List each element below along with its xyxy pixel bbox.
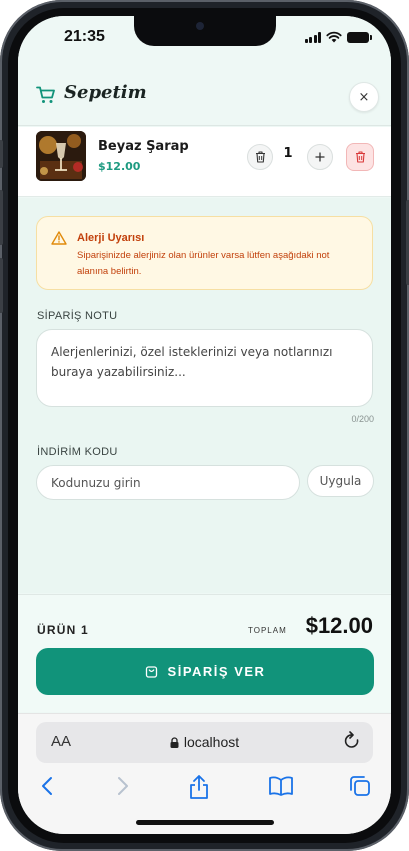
product-image xyxy=(36,131,86,181)
product-name: Beyaz Şarap xyxy=(98,139,189,154)
alert-text: Siparişinizde alerjiniz olan ürünler var… xyxy=(77,250,330,277)
lock-icon xyxy=(170,737,179,748)
cart-icon xyxy=(36,86,55,103)
volume-down-button xyxy=(0,258,3,313)
allergy-alert: Alerji Uyarısı Siparişinizde alerjiniz o… xyxy=(36,216,373,290)
total-label: TOPLAM xyxy=(248,626,287,635)
cart-header: Sepetim × xyxy=(18,66,391,126)
tabs-icon[interactable] xyxy=(348,774,372,798)
item-count: ÜRÜN 1 xyxy=(37,623,89,637)
page-title: Sepetim xyxy=(64,82,147,103)
status-time: 21:35 xyxy=(64,28,105,45)
discount-code-input[interactable]: Kodunuzu girin xyxy=(36,465,300,500)
quantity-value: 1 xyxy=(283,146,293,161)
cart-item: Beyaz Şarap $12.00 1 xyxy=(18,127,391,197)
decrease-button[interactable] xyxy=(247,144,273,170)
reload-icon[interactable] xyxy=(343,731,361,751)
apply-button[interactable]: Uygula xyxy=(307,465,374,497)
plus-icon xyxy=(315,152,325,162)
share-icon[interactable] xyxy=(188,774,210,800)
mute-switch xyxy=(0,140,3,168)
total-value: $12.00 xyxy=(305,613,373,638)
volume-up-button xyxy=(0,190,3,245)
url-text: localhost xyxy=(183,734,240,750)
back-icon[interactable] xyxy=(40,774,56,798)
status-bar: 21:35 xyxy=(18,16,391,66)
bookmarks-icon[interactable] xyxy=(268,774,294,798)
url-display: localhost xyxy=(36,734,373,750)
order-note-textarea[interactable]: Alerjenlerinizi, özel isteklerinizi veya… xyxy=(36,329,373,407)
alert-title: Alerji Uyarısı xyxy=(77,232,145,244)
trash-icon xyxy=(355,151,365,163)
trash-icon xyxy=(255,151,265,163)
bag-icon xyxy=(145,666,157,678)
battery-icon xyxy=(347,31,372,43)
close-icon: × xyxy=(358,89,370,105)
cart-body: Alerji Uyarısı Siparişinizde alerjiniz o… xyxy=(18,198,391,593)
signal-icon xyxy=(304,31,321,43)
product-price: $12.00 xyxy=(98,160,141,173)
wifi-icon xyxy=(326,31,342,43)
browser-toolbar xyxy=(18,774,391,808)
notch xyxy=(134,16,276,46)
close-button[interactable]: × xyxy=(349,82,379,112)
front-camera xyxy=(196,22,204,30)
forward-icon[interactable] xyxy=(114,774,130,798)
screen: 21:35 Sepetim × Beyaz Şarap $12.00 1 Ale… xyxy=(18,16,391,834)
order-note-label: SİPARİŞ NOTU xyxy=(37,310,118,322)
place-order-label: SİPARİŞ VER xyxy=(167,664,266,679)
browser-chrome: AA localhost xyxy=(18,713,391,834)
phone-frame: 21:35 Sepetim × Beyaz Şarap $12.00 1 Ale… xyxy=(0,0,409,851)
status-icons xyxy=(304,31,372,43)
address-bar[interactable]: AA localhost xyxy=(36,722,373,763)
place-order-button[interactable]: SİPARİŞ VER xyxy=(36,648,374,695)
cart-footer: ÜRÜN 1 TOPLAM $12.00 SİPARİŞ VER xyxy=(18,594,391,712)
char-counter: 0/200 xyxy=(351,414,374,424)
remove-item-button[interactable] xyxy=(346,143,374,171)
increase-button[interactable] xyxy=(307,144,333,170)
warning-icon xyxy=(51,231,67,245)
discount-label: İNDİRİM KODU xyxy=(37,446,118,458)
home-indicator xyxy=(136,820,274,825)
